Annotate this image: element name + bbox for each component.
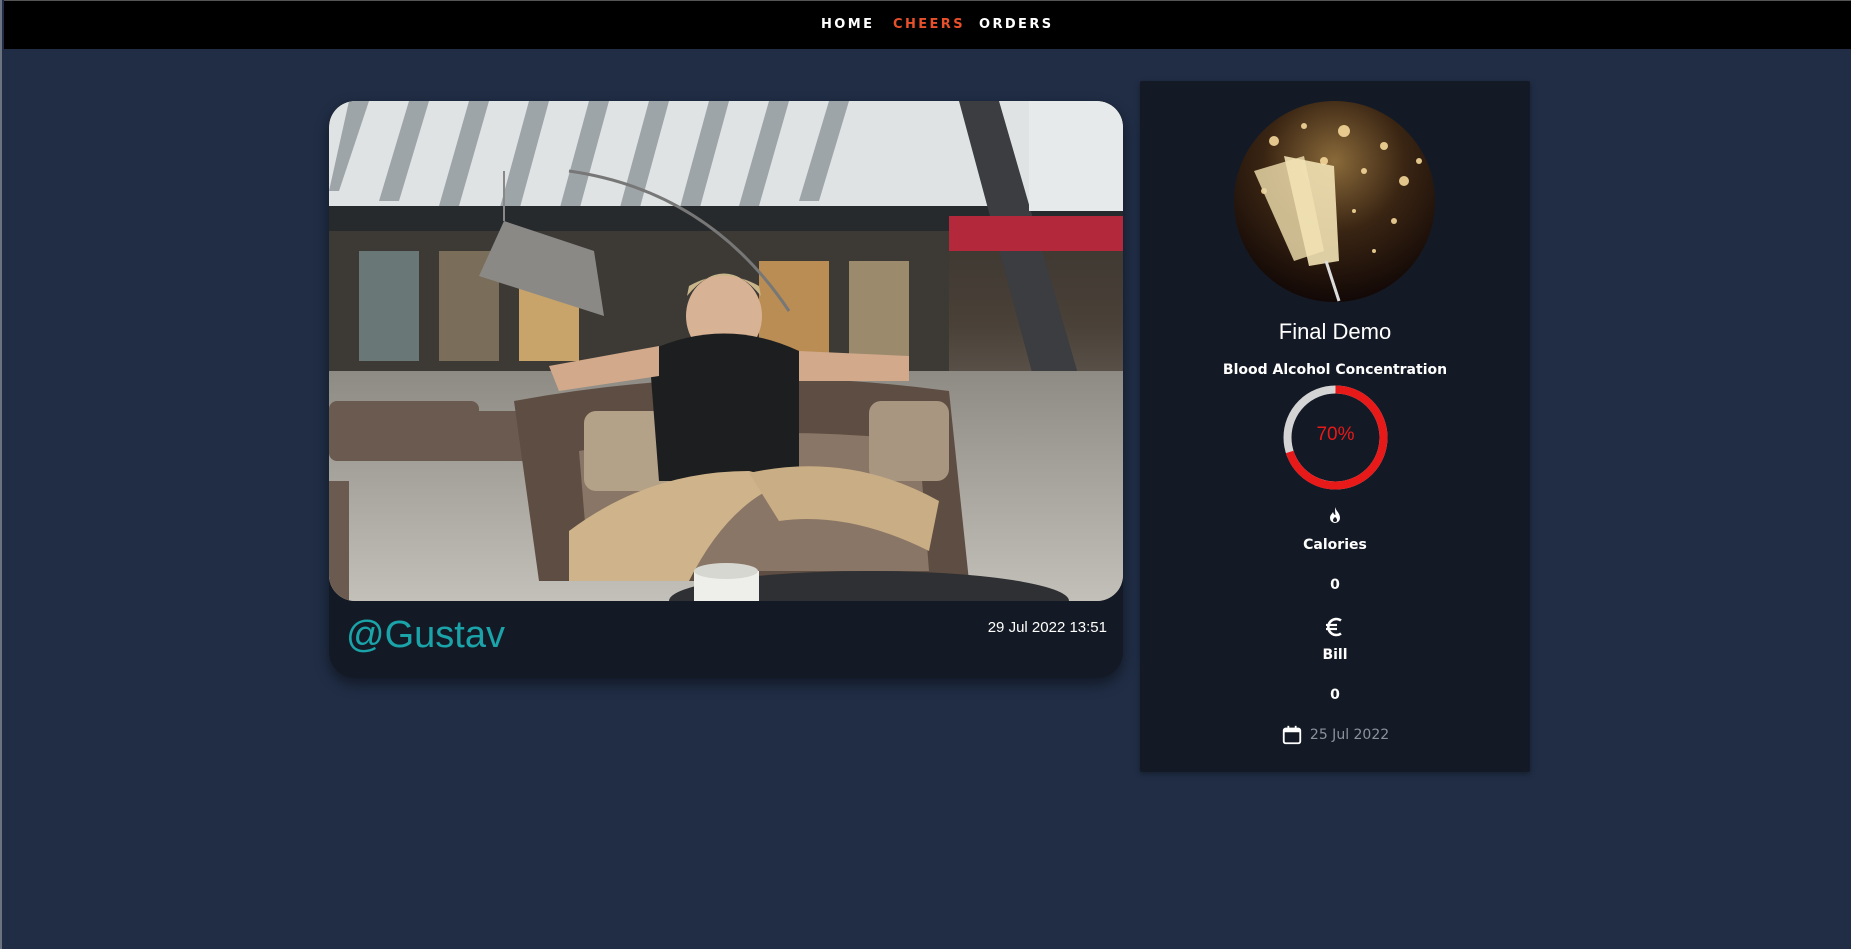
- post-photo-graphic: [329, 101, 1123, 601]
- profile-avatar[interactable]: [1234, 101, 1435, 302]
- bac-value: 70%: [1316, 424, 1355, 445]
- joined-date-row: 25 Jul 2022: [1140, 724, 1530, 748]
- post-author[interactable]: @Gustav: [346, 614, 505, 657]
- post-timestamp: 29 Jul 2022 13:51: [987, 619, 1107, 636]
- champagne-avatar-graphic: [1234, 101, 1435, 302]
- flame-icon: [1330, 507, 1340, 523]
- joined-date: 25 Jul 2022: [1309, 727, 1390, 743]
- bill-value: 0: [1330, 687, 1340, 703]
- bac-label: Blood Alcohol Concentration: [1222, 362, 1448, 378]
- nav-home[interactable]: HOME: [821, 17, 874, 32]
- post-photo[interactable]: [329, 101, 1123, 601]
- bill-label: Bill: [1322, 647, 1348, 663]
- calories-label: Calories: [1303, 537, 1367, 553]
- post-card[interactable]: @Gustav 29 Jul 2022 13:51: [329, 101, 1123, 678]
- nav-cheers[interactable]: CHEERS: [893, 17, 965, 32]
- calendar-icon: [1282, 725, 1301, 745]
- euro-icon: [1326, 617, 1342, 637]
- nav-orders[interactable]: ORDERS: [979, 17, 1054, 32]
- top-nav: HOME CHEERS ORDERS: [4, 0, 1851, 49]
- profile-name: Final Demo: [1278, 319, 1392, 344]
- calories-value: 0: [1330, 577, 1340, 593]
- profile-card: Final Demo Blood Alcohol Concentration 7…: [1140, 81, 1530, 772]
- page: HOME CHEERS ORDERS @Gustav 29 Jul 2022 1…: [0, 0, 1851, 949]
